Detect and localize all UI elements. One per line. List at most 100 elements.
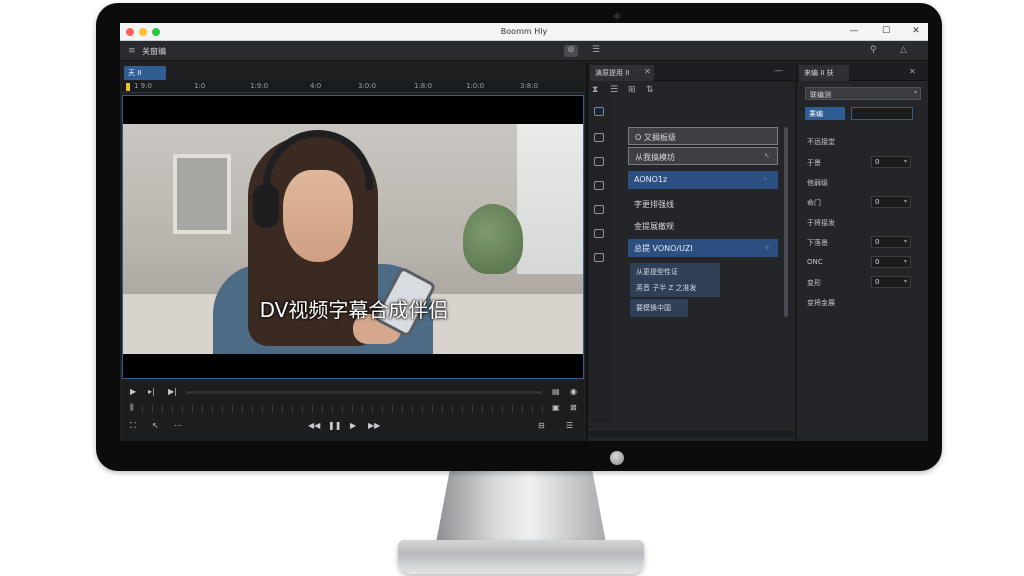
prop-value[interactable]: 0 ▾ <box>871 276 911 288</box>
background-window <box>517 124 583 274</box>
preset-select[interactable]: 联编测 ▾ <box>805 87 921 100</box>
close-icon[interactable]: ✕ <box>910 26 922 36</box>
fullscreen-icon[interactable]: ⛶ <box>130 421 136 431</box>
cursor-marker-icon: ↖ <box>764 152 770 160</box>
list-item[interactable]: 英音 子半 Z 之准发 <box>630 279 720 297</box>
tab-close-icon[interactable]: ✕ <box>644 67 651 76</box>
snapshot-icon[interactable]: ▣ <box>552 403 560 412</box>
scrub-bar[interactable] <box>186 391 542 394</box>
list-tool-icon[interactable] <box>594 157 604 166</box>
list-item[interactable]: 字更排强线 <box>628 195 778 213</box>
properties-panel: 来编 II 扶 ✕ 联编测 ▾ 乘编 不远接堂 于景 0 ▾ 他弱级 命门 0 ▾ … <box>796 63 928 441</box>
prop-label: 命门 <box>807 199 821 207</box>
properties-close-icon[interactable]: ✕ <box>909 67 916 76</box>
cut-icon[interactable]: ⧗ <box>592 85 598 95</box>
title-bar: Boomm Hly — ☐ ✕ <box>120 23 928 41</box>
horizontal-scrollbar[interactable] <box>588 431 794 437</box>
video-preview[interactable]: DV视频字幕合成伴侣 <box>122 95 584 379</box>
restore-icon[interactable]: ☐ <box>880 26 892 36</box>
menu-bar: ≡ 关窗编 ⊚ ☰ ⚲ △ <box>120 41 928 61</box>
background-plant <box>463 204 523 274</box>
forward-icon[interactable]: ▶▶ <box>368 421 380 430</box>
prop-value-text: 0 <box>875 158 880 166</box>
caption-icon[interactable]: ▤ <box>552 387 560 396</box>
chevron-down-icon: ▾ <box>903 158 907 165</box>
monitor-stand-base <box>398 540 644 574</box>
list-item[interactable]: 金提展撤规 <box>628 217 778 235</box>
prop-value[interactable]: 0 ▾ <box>871 236 911 248</box>
play-icon[interactable]: ▶ <box>130 387 136 396</box>
ruler-tick: 4:0 <box>310 82 322 90</box>
sort-icon[interactable]: ⇅ <box>646 85 654 95</box>
list-item[interactable]: O 又搁板级 <box>628 127 778 145</box>
bookmark-icon[interactable] <box>594 107 604 116</box>
stage: Boomm Hly — ☐ ✕ ≡ 关窗编 ⊚ ☰ ⚲ △ 天 II 1 9:0… <box>0 0 1024 576</box>
input-chip[interactable]: 乘编 <box>805 107 845 120</box>
apple-logo-icon <box>610 451 624 465</box>
menu-icon[interactable]: ☰ <box>566 421 573 430</box>
user-icon[interactable]: △ <box>900 45 907 55</box>
page-icon[interactable] <box>594 181 604 190</box>
pause-icon[interactable]: ❚❚ <box>328 421 341 430</box>
monitor-stand-neck <box>436 471 606 543</box>
headphone-band <box>263 130 373 190</box>
prop-label: ONC <box>807 258 823 266</box>
next-icon[interactable]: ▶| <box>168 387 177 396</box>
clip-icon[interactable] <box>594 229 604 238</box>
prop-value[interactable]: 0 ▾ <box>871 156 911 168</box>
prop-value-text: 0 <box>875 258 880 266</box>
grid-icon[interactable]: ⊞ <box>628 85 636 95</box>
transport-bar: ▶ ▸| ▶| ▤ ◉ ⫼ ▣ ⊠ ⛶ ↖ ⋯ ◀◀ ❚❚ ▶ ▶▶ ⊟ ☰ <box>122 381 584 441</box>
list-item[interactable]: 从我搞模坊 <box>628 147 778 165</box>
prop-label: 变形 <box>807 279 821 287</box>
export-icon[interactable]: ⊠ <box>570 403 577 412</box>
tool-strip <box>588 83 610 423</box>
search-icon[interactable]: ⚲ <box>870 45 877 55</box>
value-input[interactable] <box>851 107 913 120</box>
monitor-bezel: Boomm Hly — ☐ ✕ ≡ 关窗编 ⊚ ☰ ⚲ △ 天 II 1 9:0… <box>96 3 942 471</box>
ruler-tick: 3:0:0 <box>358 82 377 90</box>
chevron-down-icon: ▾ <box>913 89 917 96</box>
hamburger-icon[interactable]: ≡ <box>128 46 136 56</box>
ruler-tick: 1 9:0 <box>134 82 152 90</box>
folder-icon[interactable]: ⊟ <box>538 421 545 430</box>
list-item[interactable]: 要模换中国 <box>630 299 688 317</box>
cursor-icon[interactable]: ↖ <box>152 421 159 430</box>
chevron-down-icon: ▾ <box>903 278 907 285</box>
chat-icon[interactable] <box>594 133 604 142</box>
badge-icon[interactable]: ⊚ <box>564 45 578 57</box>
list-item[interactable]: AONO1z <box>628 171 778 189</box>
preset-select-value: 联编测 <box>810 91 831 99</box>
timecode-ruler[interactable]: 1 9:0 1:0 1:9:0 4:0 3:0:0 1:8:0 1:0:0 3:… <box>122 81 584 93</box>
list-scrollbar[interactable] <box>784 127 788 317</box>
prop-value[interactable]: 0 ▾ <box>871 256 911 268</box>
list-item[interactable]: 总提 VONO/UZI <box>628 239 778 257</box>
player-tab[interactable]: 天 II <box>124 66 166 80</box>
list-icon[interactable]: ☰ <box>592 45 600 55</box>
properties-tab[interactable]: 来编 II 扶 <box>799 65 849 81</box>
prop-value[interactable]: 0 ▾ <box>871 196 911 208</box>
chevron-down-icon: ▾ <box>903 198 907 205</box>
ruler-tick: 1:0:0 <box>466 82 485 90</box>
minimize-icon[interactable]: — <box>848 26 860 36</box>
timeline-strip[interactable] <box>142 405 552 413</box>
playhead-marker[interactable] <box>126 83 130 91</box>
menu-label[interactable]: 关窗编 <box>142 46 166 57</box>
more-icon[interactable]: ⋯ <box>174 421 182 430</box>
play-main-icon[interactable]: ▶ <box>350 421 356 430</box>
shield-icon[interactable] <box>594 205 604 214</box>
subtitle-list-panel: 演原提用 II ✕ — ⧗ ☰ ⊞ ⇅ O 又搁板级 从我搞模坊 AONO1z … <box>588 63 794 441</box>
subtitle-overlay: DV视频字幕合成伴侣 <box>259 298 449 322</box>
settings-icon[interactable]: ◉ <box>570 387 577 396</box>
panel-menu-icon[interactable]: — <box>774 66 783 76</box>
frame-forward-icon[interactable]: ▸| <box>148 387 155 396</box>
section-header: 不远接堂 <box>807 138 835 146</box>
prop-value-text: 0 <box>875 238 880 246</box>
ripple-icon[interactable]: ⫼ <box>130 403 134 413</box>
window-title: Boomm Hly <box>500 27 548 36</box>
rewind-icon[interactable]: ◀◀ <box>308 421 320 430</box>
camera-dot <box>614 13 620 19</box>
comment-icon[interactable] <box>594 253 604 262</box>
prop-value-text: 0 <box>875 198 880 206</box>
align-icon[interactable]: ☰ <box>610 85 618 95</box>
